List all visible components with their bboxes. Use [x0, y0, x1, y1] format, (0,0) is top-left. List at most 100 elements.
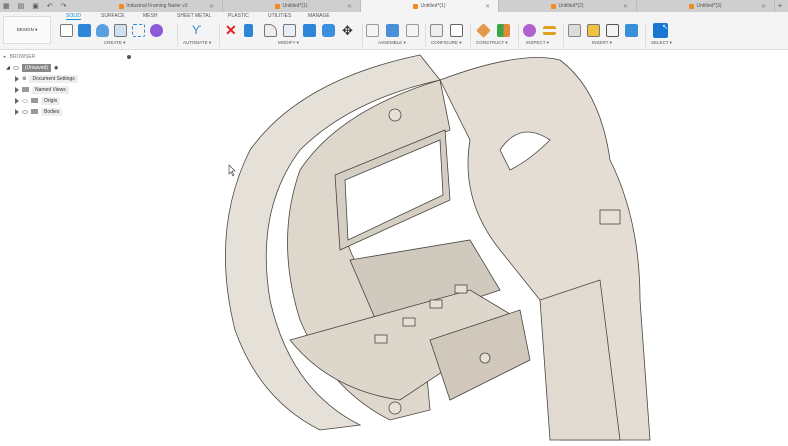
tab-label: Untitled*(1) — [420, 3, 446, 9]
redo-icon[interactable]: ↷ — [61, 2, 67, 10]
select-menu[interactable]: SELECT ▾ — [651, 40, 672, 46]
divider — [425, 23, 426, 47]
document-icon — [275, 3, 281, 9]
as-built-joint-icon[interactable] — [406, 24, 419, 37]
inspect-menu[interactable]: INSPECT ▾ — [526, 40, 549, 46]
tab — [599, 209, 621, 225]
select-icon[interactable]: ↖ — [653, 23, 668, 38]
browser-root[interactable]: ◢ (Unsaved) ◉ — [0, 62, 136, 73]
tab-mesh[interactable]: MESH — [143, 13, 157, 19]
tab-sheet-metal[interactable]: SHEET METAL — [177, 13, 211, 19]
inspect-group: INSPECT ▾ — [520, 22, 562, 48]
extrude-icon[interactable] — [78, 24, 91, 37]
browser-item-named-views[interactable]: Named Views — [0, 84, 136, 95]
offset-plane-icon[interactable] — [476, 23, 491, 38]
browser-title: BROWSER — [9, 54, 36, 60]
tab-untitled-1-active[interactable]: Untitled*(1) ✕ — [361, 0, 499, 12]
visibility-icon[interactable] — [22, 109, 28, 114]
mouse-cursor-icon — [228, 164, 236, 177]
revolve-icon[interactable] — [96, 24, 109, 37]
tab-plastic[interactable]: PLASTIC — [228, 13, 249, 19]
move-icon[interactable]: ✥ — [342, 24, 355, 37]
form-icon[interactable] — [150, 24, 163, 37]
tab-untitled-3[interactable]: Untitled*(3) ✕ — [637, 0, 775, 12]
tab-label: Untitled*(3) — [696, 3, 722, 9]
construct-group: CONSTRUCT ▾ — [473, 22, 515, 48]
combine-icon[interactable] — [303, 24, 316, 37]
tab-industrial-framing-nailer[interactable]: Industrial Framing Nailer v3 ✕ — [85, 0, 223, 12]
divider — [470, 23, 471, 47]
canvas-icon[interactable] — [625, 24, 638, 37]
tab-untitled-1a[interactable]: Untitled*(1) ✕ — [223, 0, 361, 12]
close-icon[interactable]: ✕ — [347, 3, 352, 10]
joint-icon[interactable] — [366, 24, 379, 37]
close-icon[interactable]: ✕ — [485, 3, 490, 10]
expand-icon[interactable] — [15, 75, 19, 82]
quick-access-toolbar: ▦ ▤ ▣ ↶ ↷ — [0, 0, 85, 12]
sketch-icon[interactable] — [60, 24, 73, 37]
browser-item-bodies[interactable]: Bodies — [0, 106, 136, 117]
tab-untitled-2[interactable]: Untitled*(2) ✕ — [499, 0, 637, 12]
collapse-icon[interactable]: ◂ — [3, 54, 6, 60]
press-pull-icon[interactable] — [244, 24, 253, 37]
new-tab-button[interactable]: + — [775, 0, 785, 12]
new-component-icon[interactable] — [386, 24, 399, 37]
configure-menu[interactable]: CONFIGURE ▾ — [431, 40, 462, 46]
visibility-icon[interactable] — [22, 98, 28, 103]
toolbar: DESIGN ▾ SOLID SURFACE MESH SHEET METAL … — [0, 12, 788, 50]
workspace-switcher[interactable]: DESIGN ▾ — [3, 16, 51, 44]
insert-group: INSERT ▾ — [566, 22, 646, 48]
expand-icon[interactable] — [15, 108, 19, 115]
browser-item-document-settings[interactable]: ⚙ Document Settings — [0, 73, 136, 84]
modify-menu[interactable]: MODIFY ▾ — [278, 40, 299, 46]
fillet-icon[interactable] — [264, 24, 277, 37]
automate-group: ϒ AUTOMATE ▾ — [180, 22, 220, 48]
automate-menu[interactable]: AUTOMATE ▾ — [183, 40, 211, 46]
insert-svg-icon[interactable] — [606, 24, 619, 37]
expand-icon[interactable] — [15, 97, 19, 104]
browser-item-origin[interactable]: Origin — [0, 95, 136, 106]
close-icon[interactable]: ✕ — [209, 3, 214, 10]
midplane-icon[interactable] — [497, 24, 510, 37]
root-label: (Unsaved) — [21, 63, 51, 72]
grid-menu-icon[interactable]: ▦ — [3, 2, 10, 10]
file-icon[interactable]: ▤ — [18, 2, 25, 10]
split-icon[interactable] — [322, 24, 335, 37]
close-icon[interactable]: ✕ — [623, 3, 628, 10]
table-icon[interactable] — [450, 24, 463, 37]
document-icon — [689, 3, 695, 9]
expand-icon[interactable]: ◢ — [6, 65, 10, 71]
close-icon[interactable]: ✕ — [761, 3, 766, 10]
insert-menu[interactable]: INSERT ▾ — [592, 40, 612, 46]
pattern-icon[interactable] — [132, 24, 145, 37]
construct-menu[interactable]: CONSTRUCT ▾ — [476, 40, 508, 46]
tab-surface[interactable]: SURFACE — [101, 13, 125, 19]
automate-icon[interactable]: ϒ — [192, 24, 205, 37]
expand-icon[interactable] — [15, 86, 19, 93]
divider — [645, 23, 646, 47]
tab-label: Untitled*(2) — [558, 3, 584, 9]
interference-icon[interactable] — [523, 24, 536, 37]
insert-mesh-icon[interactable] — [587, 24, 600, 37]
insert-derive-icon[interactable] — [568, 24, 581, 37]
undo-icon[interactable]: ↶ — [47, 2, 53, 10]
divider — [563, 23, 564, 47]
shell-icon[interactable] — [283, 24, 296, 37]
tab — [454, 284, 468, 294]
hole-icon[interactable] — [114, 24, 127, 37]
tab-utilities[interactable]: UTILITIES — [268, 13, 291, 19]
measure-icon[interactable] — [543, 26, 556, 35]
item-label: Named Views — [32, 85, 69, 94]
modify-group: ✕ ✥ MODIFY ▾ — [222, 22, 362, 48]
save-icon[interactable]: ▣ — [32, 2, 39, 10]
configure-icon[interactable] — [430, 24, 443, 37]
tab-manage[interactable]: MANAGE — [308, 13, 330, 19]
tab-solid[interactable]: SOLID — [66, 13, 82, 20]
tab — [429, 299, 443, 309]
pin-icon[interactable] — [127, 55, 131, 59]
create-menu[interactable]: CREATE ▾ — [104, 40, 125, 46]
visibility-icon[interactable] — [12, 65, 19, 70]
assemble-menu[interactable]: ASSEMBLE ▾ — [378, 40, 406, 46]
delete-icon[interactable]: ✕ — [225, 23, 238, 37]
activate-icon[interactable]: ◉ — [54, 65, 58, 71]
